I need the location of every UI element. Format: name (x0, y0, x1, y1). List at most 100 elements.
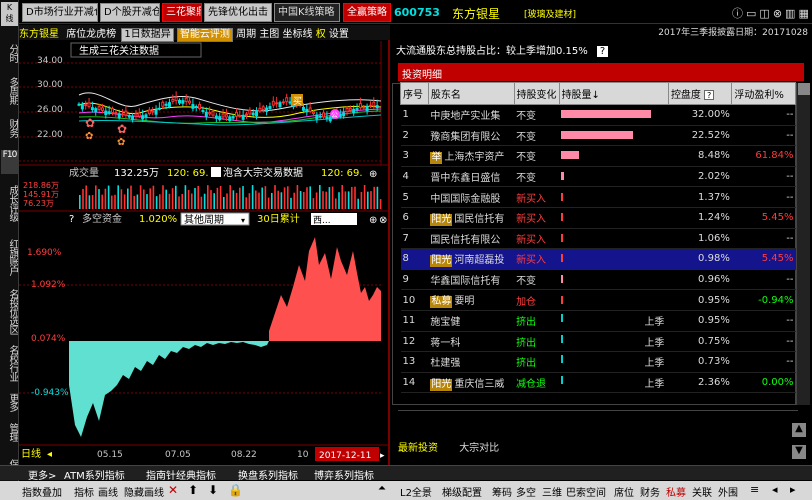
help-icon[interactable]: ? (704, 90, 715, 100)
col-control[interactable]: 控盘度 ? (667, 82, 733, 105)
cell-holder[interactable]: 中庚地产实业集 (428, 104, 515, 126)
tab-stock-reduce[interactable]: D个股开减仓 (100, 3, 160, 22)
cell-holder[interactable]: 杜建强 (428, 351, 515, 373)
zoom-icon[interactable]: ⊕ (369, 169, 377, 180)
chevron-down-icon[interactable]: ▾ (241, 216, 245, 225)
arrow-down-icon[interactable]: ⬇ (208, 483, 218, 497)
cell-holder[interactable]: 蒋一科 (428, 331, 515, 353)
more-button[interactable]: 更多> (28, 467, 56, 482)
close-icon[interactable]: ⊗ (379, 215, 387, 226)
tab-quanying[interactable]: 全赢策略 (343, 3, 391, 22)
holdings-row[interactable]: 14 阳光 重庆信三威 减仓退 上季 2.36% 0.00% (400, 372, 796, 394)
settings-icon[interactable]: ▥ (785, 7, 798, 20)
arrow-left-icon[interactable]: ◂ (772, 483, 778, 496)
tab-sanhua[interactable]: 三花聚鼎 (162, 3, 202, 22)
kline-mode-icon[interactable]: K线 (1, 2, 18, 26)
zoom-icon[interactable]: ⊕ (369, 215, 377, 226)
lock-icon[interactable]: 🔒 (228, 483, 243, 497)
cell-holder[interactable]: 华鑫国际信托有 (428, 269, 515, 291)
cell-holder[interactable]: 阳光 重庆信三威 (428, 372, 515, 394)
nav-f10[interactable]: F10 (1, 150, 18, 174)
help-icon[interactable]: ? (596, 46, 608, 57)
expand-up-icon[interactable]: ⏶ (378, 483, 386, 494)
cell-holder[interactable]: 私募 要明 (428, 289, 515, 311)
expand-icon[interactable]: ▼ (792, 445, 806, 459)
scroll-left-icon[interactable]: ◂ (47, 449, 52, 460)
help-icon[interactable]: ? (69, 214, 74, 225)
holdings-row[interactable]: 7 国民信托有限公 新买入 1.06% -- (400, 228, 796, 250)
atm-indicators[interactable]: ATM系列指标 (64, 467, 125, 482)
scroll-up-icon[interactable] (798, 83, 810, 95)
private-fund-tab[interactable]: 私募 (666, 484, 686, 499)
col-holder-name[interactable]: 股东名 (427, 82, 515, 105)
basuo-space-tab[interactable]: 巴索空间 (566, 484, 606, 499)
holdings-row[interactable]: 6 阳光 国民信托有 新买入 1.24% 5.45% (400, 207, 796, 229)
3d-tab[interactable]: 三维 (542, 484, 562, 499)
holdings-row[interactable]: 11 施宝健 挤出 上季 0.95% -- (400, 310, 796, 332)
vertical-scrollbar[interactable] (796, 83, 810, 405)
holdings-row[interactable]: 9 华鑫国际信托有 不变 0.96% -- (400, 269, 796, 291)
related-tab[interactable]: 关联 (692, 484, 712, 499)
nav-elite-industry[interactable]: 名校行业 (1, 340, 18, 386)
l2-panorama[interactable]: L2全景 (400, 484, 432, 499)
cell-holder[interactable]: 国民信托有限公 (428, 228, 515, 250)
long-short-tab[interactable]: 多空 (516, 484, 536, 499)
nav-finance[interactable]: 财务 (1, 116, 18, 140)
collapse-icon[interactable]: ▲ (792, 423, 806, 437)
arrow-up-icon[interactable]: ⬆ (188, 483, 198, 497)
tab-pioneer[interactable]: 先锋优化出击 (204, 3, 272, 22)
holdings-row[interactable]: 8 阳光 河南超磊投 新买入 0.98% 5.45% (400, 248, 796, 270)
holdings-row[interactable]: 5 中国国际金融股 新买入 1.37% -- (400, 186, 796, 208)
cell-holder[interactable]: 中国国际金融股 (428, 186, 515, 208)
cell-holder[interactable]: 豫商集团有限公 (428, 125, 515, 147)
seat-tab[interactable]: 席位 (614, 484, 634, 499)
nav-growth-rating[interactable]: 成长评级 (1, 180, 18, 226)
nav-manage[interactable]: 管理 (1, 420, 18, 444)
ladder-config[interactable]: 梯级配置 (442, 484, 482, 499)
info-icon[interactable]: ⓘ (732, 7, 746, 20)
capital-input-text[interactable]: 西... (313, 215, 331, 226)
holdings-row[interactable]: 12 蒋一科 挤出 上季 0.75% -- (400, 331, 796, 353)
holdings-tab[interactable]: 投资明细 (398, 63, 804, 81)
nav-fenshi[interactable]: 分时 (1, 40, 18, 66)
cell-holder[interactable]: 阳光 河南超磊投 (428, 248, 515, 270)
window-icons[interactable]: ⓘ▭◫⊗▥▦ (732, 5, 812, 21)
arrow-right-icon[interactable]: ▸ (790, 483, 796, 496)
menu-icon[interactable]: ≡ (750, 483, 759, 496)
nav-redflag-account[interactable]: 红旗账户 (1, 234, 18, 280)
cell-holder[interactable]: 阳光 国民信托有 (428, 207, 515, 229)
chips-tab[interactable]: 筹码 (492, 484, 512, 499)
holdings-row[interactable]: 2 豫商集团有限公 不变 22.52% -- (400, 125, 796, 147)
nav-more[interactable]: 更多 (1, 390, 18, 414)
minimize-icon[interactable]: ▭ (746, 7, 759, 20)
cell-holder[interactable]: 晋中东鑫日盛信 (428, 166, 515, 188)
holdings-row[interactable]: 10 私募 要明 加仓 0.95% -0.94% (400, 289, 796, 311)
col-shares[interactable]: 持股量↓ (558, 82, 669, 105)
col-float-profit[interactable]: 浮动盈利% (731, 82, 796, 105)
swap-indicators[interactable]: 换盘系列指标 (238, 467, 298, 482)
cell-holder[interactable]: 举上海杰宇资产 (428, 145, 515, 167)
holdings-row[interactable]: 4 晋中东鑫日盛信 不变 2.02% -- (400, 166, 796, 188)
tab-latest-invest[interactable]: 最新投资 (398, 443, 438, 454)
hide-lines-button[interactable]: 隐藏画线 (124, 484, 164, 499)
close-icon[interactable]: ⊗ (773, 7, 785, 20)
nav-elite-zone[interactable]: 名投优选区 (1, 286, 18, 336)
period-select-value[interactable]: 其他周期 (184, 213, 224, 226)
indicator-button[interactable]: 指标 (74, 484, 94, 499)
scroll-right-icon[interactable]: ▸ (380, 451, 385, 461)
delete-icon[interactable]: ✕ (168, 483, 178, 497)
cumulative-30d[interactable]: 30日累计 (257, 212, 300, 225)
grid-icon[interactable]: ▦ (798, 7, 811, 20)
maximize-icon[interactable]: ◫ (759, 7, 772, 20)
holdings-row[interactable]: 1 中庚地产实业集 不变 32.00% -- (400, 104, 796, 126)
external-tab[interactable]: 外围 (718, 484, 738, 499)
holdings-row[interactable]: 13 杜建强 挤出 上季 0.73% -- (400, 351, 796, 373)
nav-multi-period[interactable]: 多周期 (1, 72, 18, 108)
finance-tab[interactable]: 财务 (640, 484, 660, 499)
game-indicators[interactable]: 博弈系列指标 (314, 467, 374, 482)
col-change[interactable]: 持股变化 (513, 82, 560, 105)
tab-kline-strategy[interactable]: 中国K线策略 (274, 3, 340, 22)
index-overlay-button[interactable]: 指数叠加 (22, 484, 62, 499)
tab-block-compare[interactable]: 大宗对比 (459, 443, 499, 454)
compass-indicators[interactable]: 指南针经典指标 (146, 467, 216, 482)
